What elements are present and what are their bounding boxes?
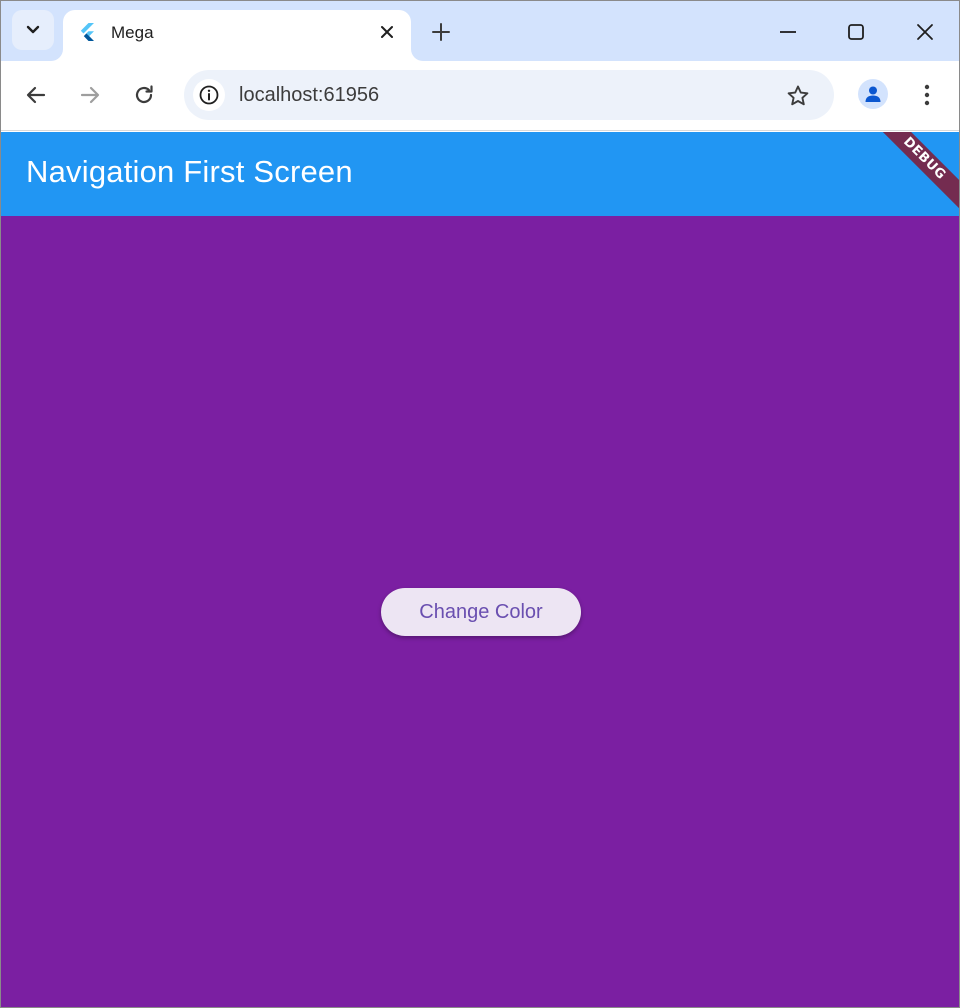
maximize-button[interactable]	[839, 15, 873, 49]
arrow-right-icon	[80, 86, 100, 104]
close-icon	[381, 26, 393, 38]
close-tab-button[interactable]	[376, 21, 398, 43]
maximize-icon	[848, 24, 864, 40]
forward-button[interactable]	[73, 78, 107, 112]
minimize-icon	[780, 31, 796, 33]
browser-window: Mega localhost:61956 Navigation First Sc…	[0, 0, 960, 1008]
browser-menu-button[interactable]	[912, 78, 942, 112]
tab-title: Mega	[111, 23, 154, 42]
reload-button[interactable]	[127, 78, 161, 112]
bookmark-button[interactable]	[783, 81, 813, 111]
app-viewport: Navigation First Screen DEBUG Change Col…	[1, 132, 959, 1007]
flutter-logo-icon	[80, 23, 94, 41]
close-icon	[917, 24, 933, 40]
close-window-button[interactable]	[908, 15, 942, 49]
person-icon	[865, 86, 881, 102]
back-button[interactable]	[19, 78, 53, 112]
url-text[interactable]: localhost:61956	[239, 84, 379, 107]
tab-search-button[interactable]	[12, 10, 54, 50]
active-tab[interactable]: Mega	[63, 10, 411, 61]
minimize-button[interactable]	[771, 15, 805, 49]
info-icon	[199, 85, 219, 105]
kebab-menu-icon	[924, 84, 930, 106]
site-info-button[interactable]	[193, 79, 225, 111]
address-bar[interactable]: localhost:61956	[184, 70, 834, 120]
profile-button[interactable]	[858, 79, 888, 109]
arrow-left-icon	[26, 86, 46, 104]
change-color-button[interactable]: Change Color	[381, 588, 581, 636]
star-icon	[787, 85, 809, 106]
tab-strip: Mega	[1, 1, 959, 61]
chevron-down-icon	[26, 25, 40, 34]
reload-icon	[135, 85, 153, 104]
plus-icon	[432, 23, 450, 41]
page-title: Navigation First Screen	[26, 154, 353, 189]
browser-toolbar: localhost:61956	[1, 61, 959, 131]
new-tab-button[interactable]	[427, 18, 455, 46]
app-bar: Navigation First Screen	[1, 132, 959, 216]
